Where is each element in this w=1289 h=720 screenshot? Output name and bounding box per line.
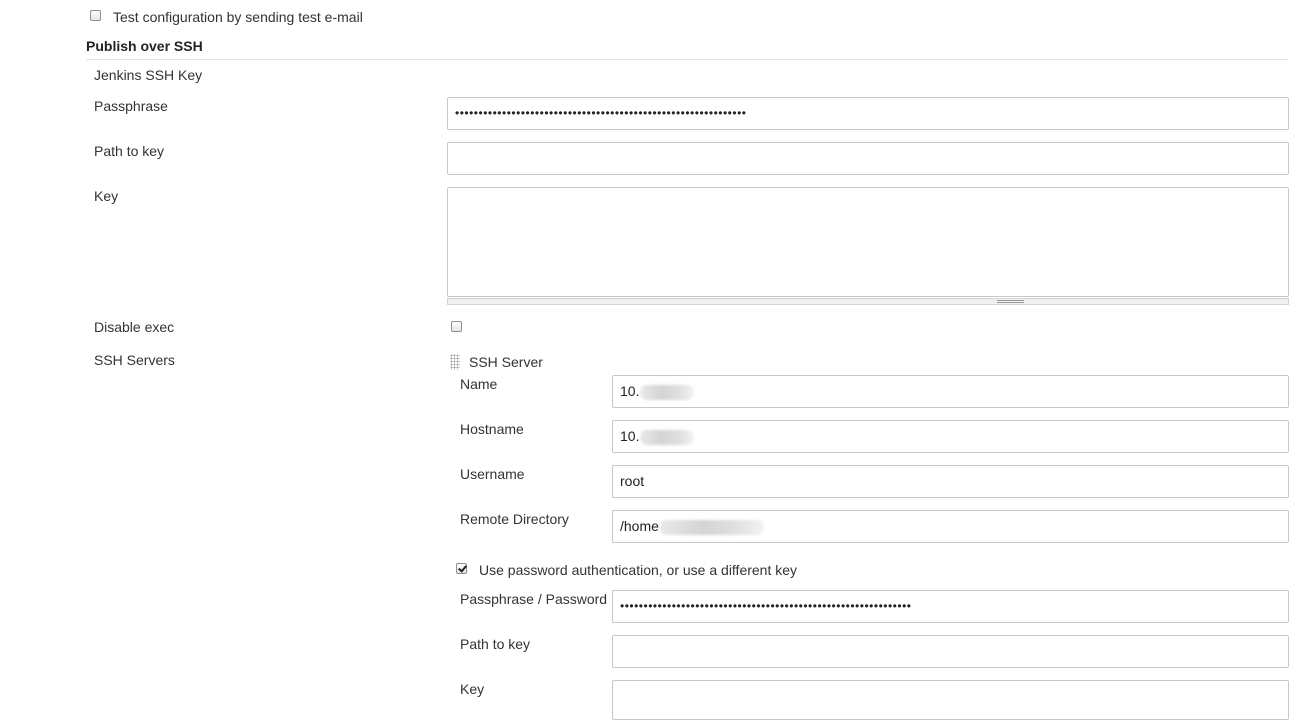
resize-grip-icon[interactable] <box>997 300 1024 303</box>
remote-directory-label: Remote Directory <box>460 511 569 527</box>
remote-directory-value: /home <box>620 518 659 534</box>
hostname-label: Hostname <box>460 421 524 437</box>
key-label: Key <box>94 188 119 204</box>
remote-directory-input[interactable]: /home <box>612 510 1289 543</box>
redacted-mask <box>640 429 695 445</box>
path-to-key-label: Path to key <box>94 143 165 159</box>
server-key-textarea[interactable] <box>612 680 1289 720</box>
test-config-checkbox[interactable] <box>90 10 101 21</box>
path-to-key-input[interactable] <box>447 142 1289 175</box>
username-label: Username <box>460 466 525 482</box>
server-name-label: Name <box>460 376 498 392</box>
server-name-value: 10. <box>620 383 640 399</box>
server-path-to-key-label: Path to key <box>460 636 531 652</box>
use-password-auth-checkbox[interactable] <box>456 563 467 574</box>
passphrase-password-input[interactable]: ••••••••••••••••••••••••••••••••••••••••… <box>612 590 1289 623</box>
section-title: Publish over SSH <box>86 38 203 54</box>
key-textarea-resize-bar[interactable] <box>447 298 1289 305</box>
jenkins-ssh-key-heading: Jenkins SSH Key <box>94 67 203 83</box>
redacted-mask <box>640 384 695 400</box>
drag-handle-icon[interactable] <box>450 354 460 370</box>
disable-exec-label: Disable exec <box>94 319 175 335</box>
hostname-value: 10. <box>620 428 640 444</box>
username-input[interactable]: root <box>612 465 1289 498</box>
redacted-mask <box>659 519 764 535</box>
passphrase-input[interactable]: ••••••••••••••••••••••••••••••••••••••••… <box>447 97 1289 130</box>
server-path-to-key-input[interactable] <box>612 635 1289 668</box>
server-key-label: Key <box>460 681 485 697</box>
ssh-server-header: SSH Server <box>469 354 543 370</box>
test-config-label: Test configuration by sending test e-mai… <box>113 9 363 25</box>
server-name-input[interactable]: 10. <box>612 375 1289 408</box>
passphrase-password-label: Passphrase / Password <box>460 591 608 607</box>
key-textarea[interactable] <box>447 187 1289 297</box>
ssh-servers-label: SSH Servers <box>94 352 175 368</box>
use-password-auth-label: Use password authentication, or use a di… <box>479 562 798 578</box>
section-divider <box>86 59 1289 60</box>
hostname-input[interactable]: 10. <box>612 420 1289 453</box>
passphrase-label: Passphrase <box>94 98 168 114</box>
disable-exec-checkbox[interactable] <box>451 321 462 332</box>
